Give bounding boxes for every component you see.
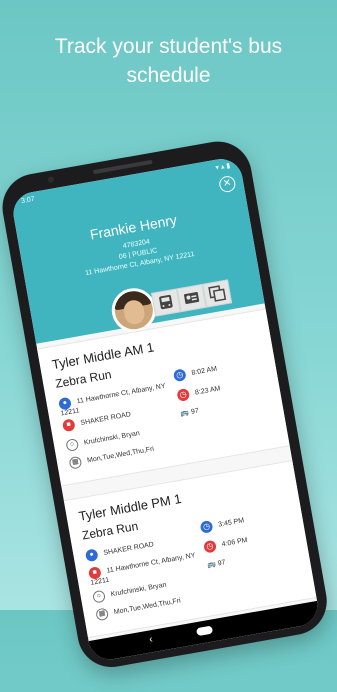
bus-small-icon: 🚌 bbox=[179, 409, 190, 418]
back-button[interactable]: ‹ bbox=[148, 634, 153, 645]
driver-label: Krufchinski, Bryan bbox=[83, 429, 141, 447]
person-icon: ○ bbox=[92, 589, 106, 604]
bus-number-label: 97 bbox=[190, 407, 200, 416]
stop-1-label: SHAKER ROAD bbox=[102, 541, 155, 557]
close-button[interactable]: ✕ bbox=[218, 174, 237, 194]
driver-label: Krufchinski, Bryan bbox=[110, 581, 168, 599]
route-list: Tyler Middle AM 1 Zebra Run ● 11 Hawthor… bbox=[37, 308, 319, 652]
front-camera bbox=[47, 176, 55, 184]
time-1: ◷ 3:45 PM bbox=[199, 514, 245, 534]
bus-stop-icon: ■ bbox=[61, 418, 76, 433]
bus-number: 🚌 97 bbox=[206, 558, 227, 570]
copy-icon bbox=[208, 285, 227, 302]
time-2: ◷ 4:06 PM bbox=[203, 534, 249, 554]
headline-line-2: schedule bbox=[126, 64, 211, 87]
phone-screen: 3:07 ▾ ▴ ▮ ✕ Frankie Henry 4783204 06 | … bbox=[10, 155, 321, 663]
time-2-label: 4:06 PM bbox=[221, 536, 249, 549]
headline: Track your student's bus schedule bbox=[0, 32, 337, 90]
tab-bus[interactable] bbox=[151, 288, 181, 317]
run-title: Zebra Run bbox=[54, 367, 113, 391]
time-1-label: 8:02 AM bbox=[191, 365, 218, 377]
bus-number-label: 97 bbox=[217, 559, 227, 568]
phone-mockup: 3:07 ▾ ▴ ▮ ✕ Frankie Henry 4783204 06 | … bbox=[0, 128, 337, 692]
calendar-icon: ▦ bbox=[95, 607, 110, 622]
stop-pin-icon: ● bbox=[84, 548, 99, 563]
stop-2-label: SHAKER ROAD bbox=[80, 411, 132, 427]
bus-small-icon: 🚌 bbox=[206, 560, 217, 570]
status-icons: ▾ ▴ ▮ bbox=[215, 162, 231, 172]
phone-frame: 3:07 ▾ ▴ ▮ ✕ Frankie Henry 4783204 06 | … bbox=[0, 136, 333, 673]
route-title: Tyler Middle PM 1 bbox=[77, 490, 183, 524]
days-label: Mon,Tue,Wed,Thu,Fri bbox=[86, 445, 155, 465]
tab-id-card[interactable] bbox=[176, 283, 207, 313]
bus-icon bbox=[159, 294, 173, 310]
home-button[interactable] bbox=[195, 625, 214, 637]
person-icon: ○ bbox=[65, 438, 80, 452]
days-label: Mon,Tue,Wed,Thu,Fri bbox=[113, 597, 182, 617]
clock-icon: ◷ bbox=[172, 368, 187, 383]
id-card-icon bbox=[183, 292, 200, 305]
time-1-label: 3:45 PM bbox=[217, 517, 245, 529]
clock-icon: ◷ bbox=[203, 539, 217, 554]
run-title: Zebra Run bbox=[80, 518, 140, 543]
status-time: 3:07 bbox=[20, 195, 36, 206]
route-title: Tyler Middle AM 1 bbox=[50, 339, 156, 373]
close-icon: ✕ bbox=[222, 177, 233, 190]
time-1: ◷ 8:02 AM bbox=[172, 363, 218, 383]
clock-icon: ◷ bbox=[199, 519, 214, 534]
headline-line-1: Track your student's bus bbox=[54, 35, 283, 58]
clock-icon: ◷ bbox=[176, 387, 191, 402]
tab-copy[interactable] bbox=[202, 279, 233, 308]
time-2: ◷ 8:23 AM bbox=[176, 382, 222, 402]
bus-number: 🚌 97 bbox=[179, 407, 200, 418]
calendar-icon: ▦ bbox=[68, 455, 83, 470]
time-2-label: 8:23 AM bbox=[194, 385, 222, 397]
